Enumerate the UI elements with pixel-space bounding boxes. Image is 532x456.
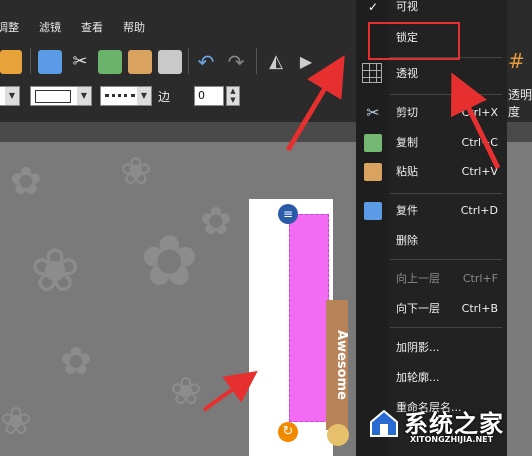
arrow-to-layer bbox=[202, 370, 258, 412]
arrow-to-menu bbox=[285, 55, 345, 152]
watermark-text: 系统之家 bbox=[404, 410, 504, 438]
annotation-arrows bbox=[202, 55, 501, 412]
watermark-url: XITONGZHIJIA.NET bbox=[410, 435, 494, 444]
arrow-to-lock bbox=[450, 72, 501, 170]
watermark-logo bbox=[367, 406, 401, 440]
